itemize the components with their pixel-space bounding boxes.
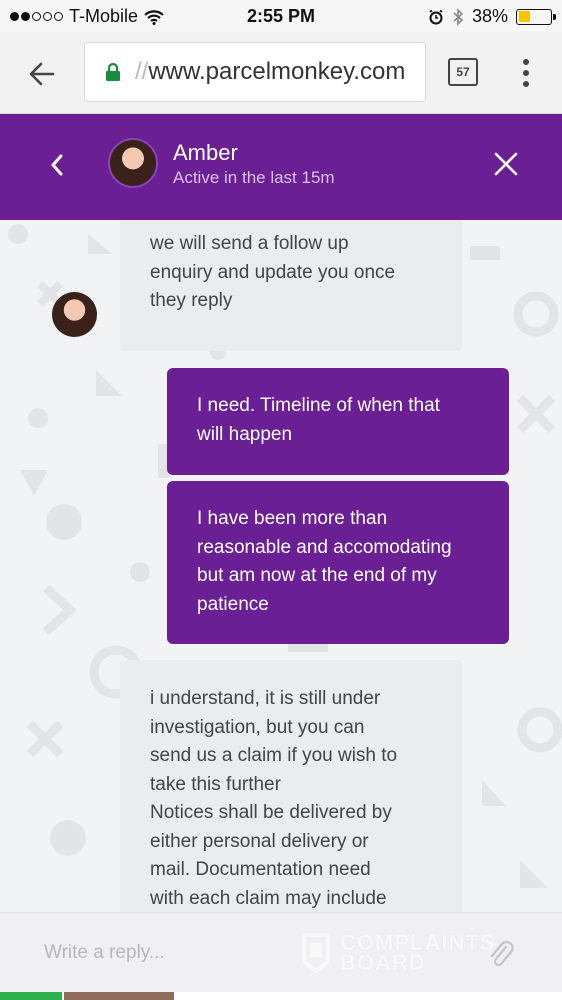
watermark-logo	[302, 933, 330, 974]
agent-message: i understand, it is still under investig…	[120, 660, 462, 912]
alarm-icon	[429, 9, 443, 24]
message-text: we will send a follow up enquiry and upd…	[150, 233, 396, 311]
more-vert-icon[interactable]	[516, 56, 536, 90]
lock-icon	[106, 62, 120, 81]
close-icon	[494, 152, 518, 176]
bluetooth-icon	[453, 7, 464, 26]
agent-message-avatar	[52, 292, 97, 337]
url-text: //www.parcelmonkey.com	[135, 58, 405, 86]
user-message: I have been more than reasonable and acc…	[167, 481, 509, 644]
partial-green-element	[0, 992, 62, 1000]
browser-toolbar: //www.parcelmonkey.com 57	[0, 32, 562, 114]
partial-image-element	[64, 992, 174, 1000]
battery-icon	[516, 8, 556, 25]
chevron-left-icon	[51, 154, 63, 176]
bottom-edge-strip	[0, 992, 562, 1000]
back-arrow-icon	[29, 62, 55, 86]
message-text: I need. Timeline of when that will happe…	[197, 395, 440, 445]
battery-percent: 38%	[471, 6, 508, 26]
message-text: i understand, it is still under investig…	[150, 688, 398, 909]
agent-message: we will send a follow up enquiry and upd…	[120, 220, 462, 351]
tab-switcher-button[interactable]: 57	[448, 58, 478, 86]
agent-status: Active in the last 15m	[173, 168, 335, 187]
url-scheme-faded: //	[135, 58, 149, 85]
reply-composer: COMPLAINTS BOARD	[0, 912, 562, 992]
chat-header: Amber Active in the last 15m	[0, 114, 562, 220]
chat-transcript[interactable]: we will send a follow up enquiry and upd…	[0, 220, 562, 912]
user-message: I need. Timeline of when that will happe…	[167, 368, 509, 475]
chat-back-button[interactable]	[40, 148, 74, 182]
agent-name: Amber	[173, 140, 238, 165]
tab-count: 57	[456, 65, 470, 79]
status-bar: T-Mobile 2:55 PM 38%	[0, 0, 562, 32]
address-bar[interactable]: //www.parcelmonkey.com	[84, 42, 426, 102]
url-domain: www.parcelmonkey.com	[148, 58, 406, 85]
watermark: COMPLAINTS BOARD	[300, 931, 495, 975]
paperclip-icon[interactable]	[486, 937, 514, 969]
agent-avatar	[108, 138, 158, 188]
watermark-line2: BOARD	[340, 950, 426, 975]
browser-back-button[interactable]	[22, 54, 62, 94]
status-right-group: 38%	[428, 6, 556, 27]
battery-level	[518, 11, 531, 22]
message-text: I have been more than reasonable and acc…	[197, 508, 452, 615]
close-chat-button[interactable]	[490, 148, 522, 180]
watermark-text: COMPLAINTS BOARD	[340, 932, 495, 975]
